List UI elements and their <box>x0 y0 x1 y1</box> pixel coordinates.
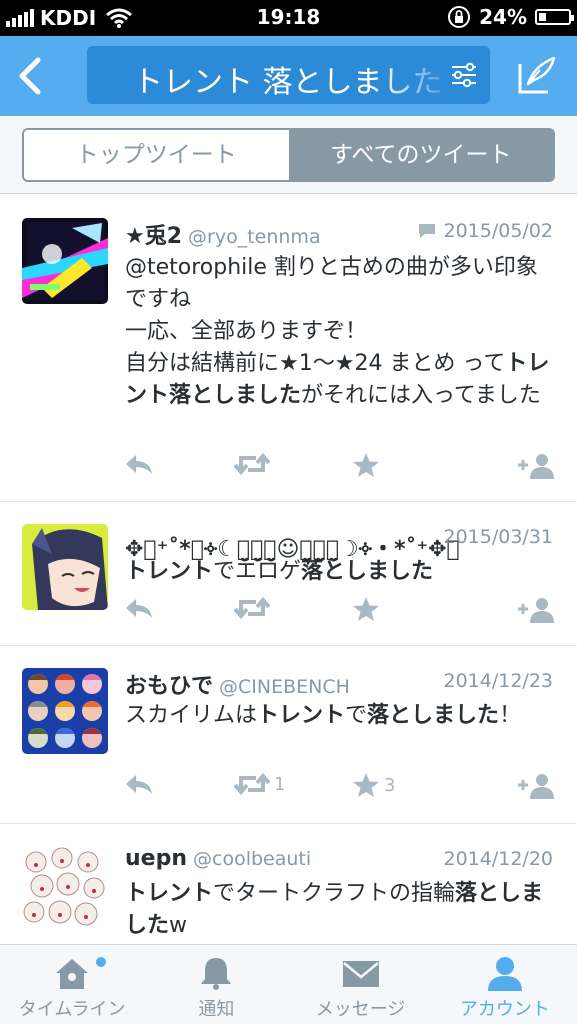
segment-bar: トップツイート すべてのツイート <box>0 116 577 194</box>
battery-icon <box>535 9 574 25</box>
battery-percent: 24% <box>479 5 527 29</box>
tweet-item[interactable]: ★兎2 @ryo_tennma 2015/05/02 @tetorophile 割… <box>0 194 577 502</box>
star-icon <box>353 597 379 621</box>
favorite-button[interactable] <box>352 596 380 622</box>
conversation-icon <box>419 224 436 238</box>
envelope-icon <box>342 961 379 987</box>
back-chevron-icon[interactable] <box>14 54 48 98</box>
tab-timeline[interactable]: タイムライン <box>0 945 144 1024</box>
tab-messages[interactable]: メッセージ <box>289 945 433 1024</box>
favorite-count: 3 <box>384 774 396 796</box>
retweet-button[interactable] <box>234 596 270 620</box>
retweet-button[interactable] <box>234 452 270 476</box>
home-icon <box>56 959 89 989</box>
avatar[interactable] <box>22 668 108 754</box>
bell-icon <box>201 958 232 990</box>
unread-dot <box>96 957 106 967</box>
highlighted-text: トレント <box>125 881 214 906</box>
author-name: ★兎2 <box>125 224 183 249</box>
reply-icon <box>126 599 152 618</box>
tab-account[interactable]: アカウント <box>433 945 577 1024</box>
reply-button[interactable] <box>124 452 154 476</box>
retweet-icon <box>234 772 270 796</box>
follow-button[interactable] <box>516 772 556 800</box>
reply-icon <box>126 775 152 794</box>
tweet-actions: 1 3 <box>122 772 558 802</box>
tab-top-tweets[interactable]: トップツイート <box>24 130 289 180</box>
star-icon <box>353 453 379 477</box>
nav-bar: トレント 落としました <box>0 36 577 116</box>
highlighted-text: トレント <box>125 559 214 584</box>
tweet-item[interactable]: ✥͙⁺˚*・༓☾ピ̤̮ラ̤̮フ̤̮☺︎セ̤̮ラ̤̮フ̤̮☽༓・*˚⁺✥͙ 201… <box>0 502 577 646</box>
add-user-icon <box>518 598 554 623</box>
retweet-count: 1 <box>274 773 286 795</box>
orientation-lock-icon <box>448 6 471 28</box>
follow-button[interactable] <box>516 596 556 624</box>
tweet-date: 2015/03/31 <box>443 526 553 548</box>
tweet-item[interactable]: uepn @coolbeauti 2014/12/20 トレントでタートクラフトの… <box>0 824 577 944</box>
tab-bar: タイムライン 通知 メッセージ アカウント <box>0 944 577 1024</box>
reply-button[interactable] <box>124 596 154 620</box>
person-icon <box>487 957 522 991</box>
author-name: おもひで <box>125 674 214 699</box>
text-span: ！ <box>499 703 522 728</box>
text-span: がそれには入ってました <box>301 383 541 408</box>
add-user-icon <box>518 454 554 479</box>
search-field[interactable]: トレント 落としました <box>87 46 490 104</box>
text-span: スカイリムは <box>125 703 258 728</box>
add-user-icon <box>518 774 554 799</box>
filter-sliders-icon[interactable] <box>450 62 478 88</box>
segmented-control: トップツイート すべてのツイート <box>22 128 555 182</box>
tab-label: 通知 <box>198 999 235 1020</box>
tweet-text: スカイリムはトレントで落としました！ <box>125 700 555 732</box>
retweet-button[interactable]: 1 <box>234 772 285 796</box>
tab-all-tweets[interactable]: すべてのツイート <box>288 130 553 180</box>
tab-label: メッセージ <box>315 999 406 1020</box>
text-span: でタートクラフトの指輪 <box>213 881 456 906</box>
favorite-button[interactable]: 3 <box>352 772 395 798</box>
avatar[interactable] <box>22 218 108 304</box>
text-span: で <box>345 703 368 728</box>
text-span: w <box>169 913 188 938</box>
author-name: uepn <box>125 846 187 871</box>
follow-button[interactable] <box>516 452 556 480</box>
highlighted-text: 落としました <box>301 559 434 584</box>
reply-button[interactable] <box>124 772 154 796</box>
tweet-text: トレントでエロゲ落としました <box>125 556 555 588</box>
tab-notifications[interactable]: 通知 <box>144 945 288 1024</box>
tweet-actions <box>122 596 558 626</box>
retweet-icon <box>234 596 270 620</box>
star-icon <box>353 773 379 797</box>
favorite-button[interactable] <box>352 452 380 478</box>
author-handle: @coolbeauti <box>193 848 312 870</box>
author-handle: @CINEBENCH <box>219 676 350 698</box>
avatar[interactable] <box>22 524 108 610</box>
text-span: でエロゲ <box>213 559 302 584</box>
tweet-item[interactable]: おもひで @CINEBENCH 2014/12/23 スカイリムはトレントで落とし… <box>0 646 577 824</box>
highlighted-text: 落としました <box>367 703 500 728</box>
status-bar: KDDI 19:18 24% <box>0 0 577 36</box>
retweet-icon <box>234 452 270 476</box>
highlighted-text: トレント <box>257 703 346 728</box>
tweet-actions <box>122 452 558 482</box>
tab-label: タイムライン <box>18 999 126 1020</box>
tweet-text: トレントでタートクラフトの指輪落としましたw <box>125 878 555 942</box>
tweet-date: 2014/12/20 <box>443 848 553 870</box>
avatar[interactable] <box>22 846 108 932</box>
tab-label: アカウント <box>459 999 550 1020</box>
tweet-text: @tetorophile 割りと古めの曲が多い印象ですね 一応、全部ありますぞ！… <box>125 252 555 412</box>
author-handle: @ryo_tennma <box>188 226 321 248</box>
reply-icon <box>126 455 152 474</box>
compose-tweet-icon[interactable] <box>516 54 558 96</box>
text-span: @tetorophile 割りと古めの曲が多い印象ですね 一応、全部ありますぞ！… <box>125 255 538 376</box>
tweet-date: 2014/12/23 <box>443 670 553 692</box>
tweet-date: 2015/05/02 <box>443 220 553 242</box>
